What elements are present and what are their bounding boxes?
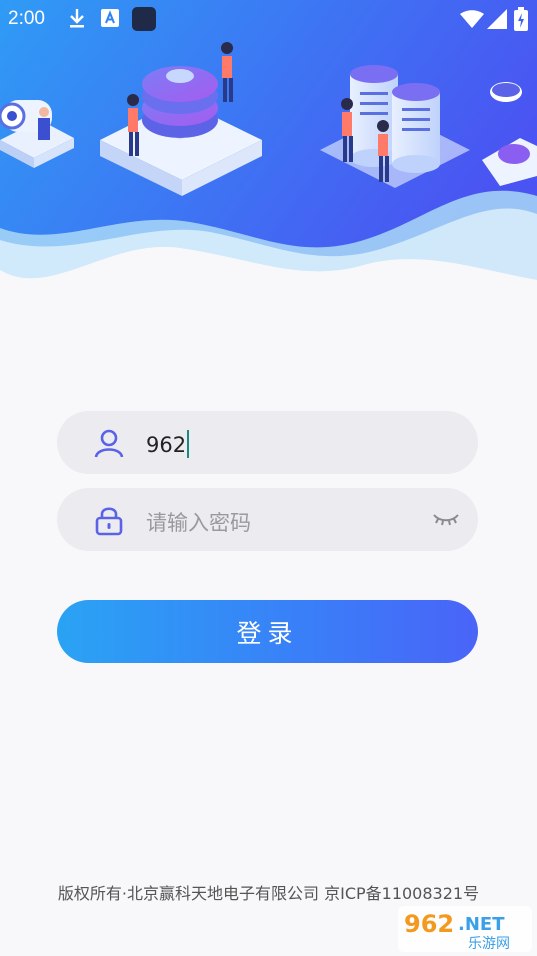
user-icon (94, 429, 124, 458)
text-cursor (187, 430, 190, 458)
wifi-icon (460, 10, 484, 28)
lock-icon (95, 507, 123, 536)
svg-text:乐游网: 乐游网 (468, 936, 510, 952)
username-input-value[interactable]: 962 (146, 430, 190, 458)
eye-closed-icon[interactable] (432, 508, 460, 530)
password-field[interactable]: 请输入密码 (57, 488, 478, 551)
app-a-icon (101, 9, 119, 27)
hero-background (0, 0, 537, 300)
download-icon (70, 9, 84, 28)
status-time: 2:00 (8, 8, 45, 29)
watermark-logo: 962 .NET 乐游网 (398, 906, 532, 952)
login-button[interactable]: 登录 (57, 600, 478, 663)
copyright-footer: 版权所有·北京赢科天地电子有限公司 京ICP备11008321号 (57, 884, 480, 903)
svg-text:.NET: .NET (458, 914, 505, 935)
username-field[interactable]: 962 (57, 411, 478, 474)
password-placeholder: 请输入密码 (146, 511, 251, 535)
signal-icon (487, 9, 507, 29)
hero-banner: 2:00 (0, 0, 537, 300)
app-square-icon (132, 7, 156, 31)
status-bar: 2:00 (0, 0, 537, 38)
battery-icon (514, 7, 528, 31)
svg-text:962: 962 (404, 910, 454, 938)
